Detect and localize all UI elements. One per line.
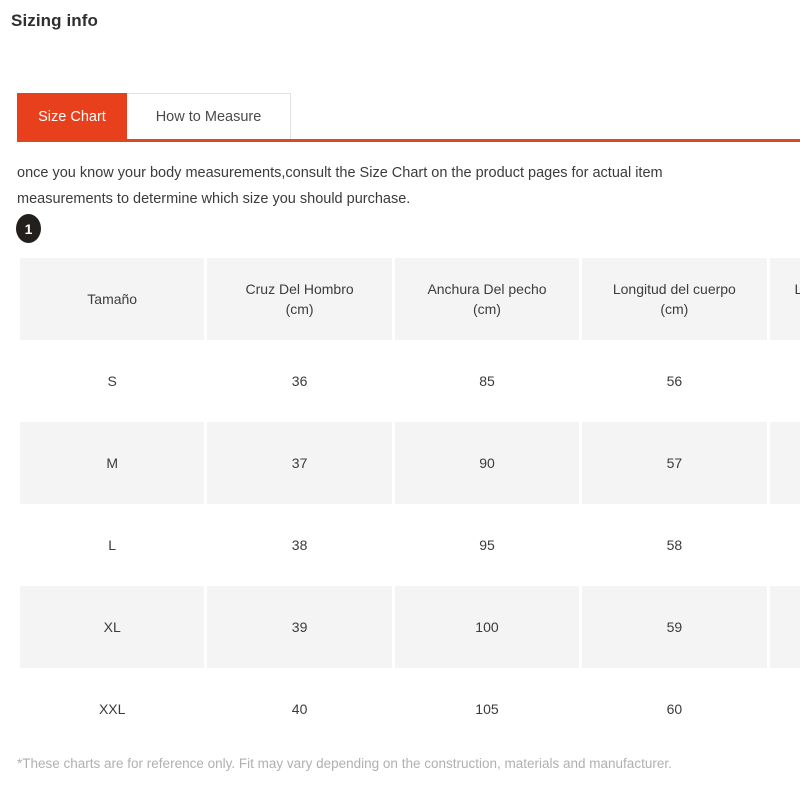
column-header-chest-line1: Anchura Del pecho xyxy=(427,281,547,297)
cell-chest: 105 xyxy=(394,668,580,750)
table-header-row: Tamaño Cruz Del Hombro (cm) Anchura Del … xyxy=(20,258,800,340)
tab-underline xyxy=(17,139,800,142)
table-body: S 36 85 56 57 M 37 90 57 58 L 38 95 58 5… xyxy=(20,340,800,750)
cell-size: XXL xyxy=(20,668,205,750)
cell-body-length: 57 xyxy=(582,422,767,504)
cell-chest: 90 xyxy=(394,422,580,504)
column-header-chest: Anchura Del pecho (cm) xyxy=(394,258,580,340)
cell-chest: 85 xyxy=(394,340,580,422)
cell-size: M xyxy=(20,422,205,504)
cell-body-length: 59 xyxy=(582,586,767,668)
cell-shoulder: 40 xyxy=(207,668,392,750)
cell-body-length: 56 xyxy=(582,340,767,422)
table-row: XXL 40 105 60 61 xyxy=(20,668,800,750)
column-header-shoulder-line1: Cruz Del Hombro xyxy=(245,281,354,297)
tab-bar: Size Chart How to Measure xyxy=(0,93,800,143)
column-header-body-length-line2: (cm) xyxy=(660,301,689,317)
cell-shoulder: 36 xyxy=(207,340,392,422)
cell-sleeve-length: 60 xyxy=(769,586,800,668)
cell-sleeve-length: 58 xyxy=(769,422,800,504)
table-row: S 36 85 56 57 xyxy=(20,340,800,422)
cell-chest: 95 xyxy=(394,504,580,586)
table-row: XL 39 100 59 60 xyxy=(20,586,800,668)
tab-strip: Size Chart How to Measure xyxy=(17,93,291,140)
column-header-shoulder: Cruz Del Hombro (cm) xyxy=(207,258,392,340)
cell-shoulder: 37 xyxy=(207,422,392,504)
cell-body-length: 58 xyxy=(582,504,767,586)
cell-size: S xyxy=(20,340,205,422)
step-badge-1: 1 xyxy=(16,214,41,243)
cell-sleeve-length: 61 xyxy=(769,668,800,750)
cell-sleeve-length: 59 xyxy=(769,504,800,586)
table-row: M 37 90 57 58 xyxy=(20,422,800,504)
page-title: Sizing info xyxy=(11,11,99,30)
column-header-size-line1: Tamaño xyxy=(87,291,138,307)
cell-body-length: 60 xyxy=(582,668,767,750)
column-header-sleeve-length-line1: Longitud de la manga xyxy=(794,281,800,297)
intro-paragraph: once you know your body measurements,con… xyxy=(17,165,663,207)
cell-shoulder: 38 xyxy=(207,504,392,586)
table-header: Tamaño Cruz Del Hombro (cm) Anchura Del … xyxy=(20,258,800,340)
cell-chest: 100 xyxy=(394,586,580,668)
column-header-chest-line2: (cm) xyxy=(472,301,501,317)
column-header-size: Tamaño xyxy=(20,258,205,340)
table-row: L 38 95 58 59 xyxy=(20,504,800,586)
column-header-shoulder-line2: (cm) xyxy=(285,301,314,317)
tab-size-chart[interactable]: Size Chart xyxy=(17,93,127,140)
size-chart-table: Tamaño Cruz Del Hombro (cm) Anchura Del … xyxy=(17,258,800,750)
tab-how-to-measure[interactable]: How to Measure xyxy=(127,93,291,140)
footer-disclaimer: *These charts are for reference only. Fi… xyxy=(17,756,672,771)
cell-size: L xyxy=(20,504,205,586)
cell-shoulder: 39 xyxy=(207,586,392,668)
column-header-body-length-line1: Longitud del cuerpo xyxy=(612,281,736,297)
cell-size: XL xyxy=(20,586,205,668)
cell-sleeve-length: 57 xyxy=(769,340,800,422)
column-header-sleeve-length: Longitud de la manga (cm) xyxy=(769,258,800,340)
column-header-body-length: Longitud del cuerpo (cm) xyxy=(582,258,767,340)
